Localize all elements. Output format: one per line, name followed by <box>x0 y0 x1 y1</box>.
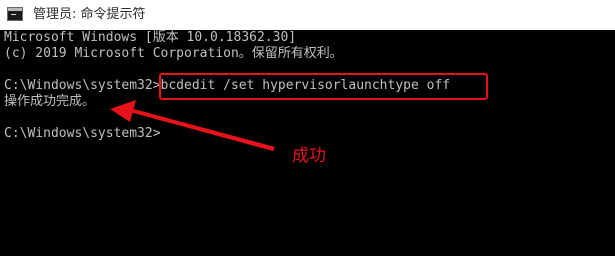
arrow-shaft <box>130 108 275 151</box>
cmd-icon <box>7 7 23 21</box>
window-titlebar[interactable]: 管理员: 命令提示符 <box>0 0 615 30</box>
console-output[interactable]: Microsoft Windows [版本 10.0.18362.30] (c)… <box>0 30 615 256</box>
annotation-arrow <box>110 100 275 151</box>
window-title: 管理员: 命令提示符 <box>33 7 146 22</box>
arrow-head <box>110 100 136 122</box>
annotation-label: 成功 <box>292 146 326 166</box>
